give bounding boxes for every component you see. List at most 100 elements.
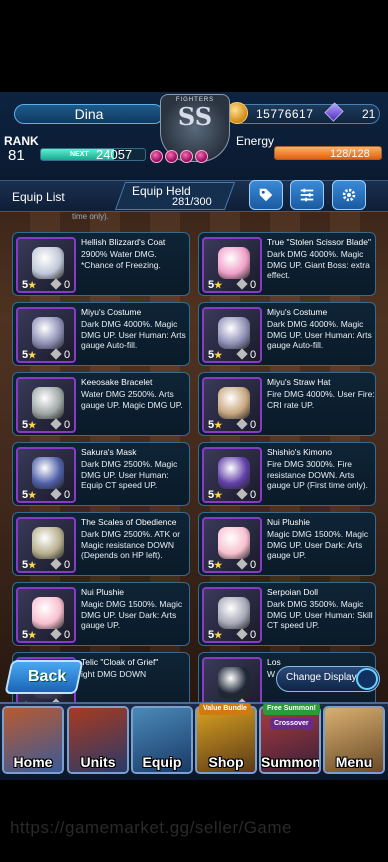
equip-thumbnail: 5★ 0: [16, 517, 76, 573]
star-icon: ★: [28, 490, 37, 500]
hammer-icon: [236, 418, 248, 430]
tag-icon: [259, 188, 273, 202]
equip-name: The Scales of Obedience: [81, 517, 177, 527]
level-value: 0: [64, 629, 71, 641]
tag-button[interactable]: [249, 180, 283, 210]
equip-name: Sakura's Mask: [81, 447, 137, 457]
equip-name: Miyu's Costume: [81, 307, 142, 317]
hammer-icon: [50, 558, 62, 570]
equip-art-icon: [218, 317, 250, 349]
gold-amount: 15776617: [256, 107, 314, 121]
equip-level: 0: [50, 348, 71, 361]
equip-thumbnail: 5★ 0: [202, 447, 262, 503]
equip-card[interactable]: 5★ 0 Hellish Blizzard's Coat 2900% Water DM…: [12, 232, 190, 296]
star-icon: ★: [214, 280, 223, 290]
equip-level: 0: [50, 628, 71, 641]
nav-shop-button[interactable]: Shop: [195, 706, 257, 774]
level-value: 0: [64, 349, 71, 361]
equip-description: Dark DMG 2500%. ATK or Magic resistance …: [81, 529, 181, 560]
equip-thumbnail: ★: [202, 657, 262, 706]
nav-units-button[interactable]: Units: [67, 706, 129, 774]
equip-card[interactable]: 5★ 0 Shishio's Kimono Fire DMG 3000%. Fire …: [198, 442, 376, 506]
hammer-icon: [50, 628, 62, 640]
gear-icon: [342, 188, 356, 202]
nav-menu-button[interactable]: Menu: [323, 706, 385, 774]
equip-description: Dark DMG 4000%. Magic DMG UP. Giant Boss…: [267, 249, 370, 280]
star-icon: ★: [28, 280, 37, 290]
star-rating: 5★: [22, 489, 36, 501]
orb-icon: [165, 150, 178, 163]
equip-card[interactable]: 5★ 0 Miyu's Costume Dark DMG 4000%. Magic D…: [198, 302, 376, 366]
star-icon: ★: [28, 350, 37, 360]
nav-equip-button[interactable]: Equip: [131, 706, 193, 774]
star-icon: ★: [28, 630, 37, 640]
level-value: 0: [250, 559, 257, 571]
nav-label: Units: [80, 754, 116, 770]
level-value: 0: [64, 489, 71, 501]
refresh-icon: [356, 668, 378, 690]
orb-icon: [150, 150, 163, 163]
rank-value: 81: [8, 147, 25, 164]
equip-card[interactable]: 5★ 0 Sakura's Mask Dark DMG 2500%. Magic DM…: [12, 442, 190, 506]
equip-thumbnail: 5★ 0: [16, 237, 76, 293]
star-rating: 5★: [208, 629, 222, 641]
equip-art-icon: [32, 317, 64, 349]
back-label: Back: [28, 668, 67, 685]
hammer-icon: [50, 278, 62, 290]
equip-art-icon: [218, 247, 250, 279]
equip-thumbnail: 5★ 0: [202, 377, 262, 433]
equipment-list: 5★ 0 Hellish Blizzard's Coat 2900% Water DM…: [0, 212, 388, 706]
equip-level: 0: [50, 558, 70, 571]
equip-description: Dark DMG 4000%. Magic DMG UP. User Human…: [267, 319, 372, 350]
hammer-icon: [236, 488, 248, 500]
equip-art-icon: [32, 597, 64, 629]
star-rating: 5★: [208, 419, 222, 431]
star-rating: 5★: [22, 629, 36, 641]
watermark: https://gamemarket.gg/seller/Game: [10, 818, 293, 837]
star-rating: 5★: [208, 279, 222, 291]
equip-card[interactable]: 5★ 0 True "Stolen Scissor Blade" Dark DMG 4…: [198, 232, 376, 296]
equip-level: 0: [236, 628, 257, 641]
equip-description: Magic DMG 1500%. Magic DMG UP. User Dark…: [267, 529, 369, 560]
equip-card[interactable]: 5★ 0 Nui Plushie Magic DMG 1500%. Magic DMG…: [198, 512, 376, 576]
sort-button[interactable]: [290, 180, 324, 210]
equip-card[interactable]: 5★ 0 Nui Plushie Magic DMG 1500%. Magic DMG…: [12, 582, 190, 646]
equip-name: Miyu's Costume: [267, 307, 328, 317]
orb-icon: [180, 150, 193, 163]
star-icon: ★: [214, 560, 223, 570]
equip-art-icon: [32, 387, 64, 419]
player-name[interactable]: Dina: [14, 104, 164, 124]
nav-badge: Value Bundle: [199, 703, 251, 715]
settings-button[interactable]: [332, 180, 366, 210]
nav-summon-button[interactable]: Summon: [259, 706, 321, 774]
equip-card[interactable]: 5★ 0 Keeosake Bracelet Water DMG 2500%. Art…: [12, 372, 190, 436]
equip-thumbnail: 5★ 0: [202, 307, 262, 363]
equip-thumbnail: 5★ 0: [202, 587, 262, 643]
sort-icon: [300, 188, 314, 202]
equip-card[interactable]: 5★ 0 Serpoian Doll Dark DMG 3500%. Magic DM…: [198, 582, 376, 646]
equip-thumbnail: 5★ 0: [16, 307, 76, 363]
equip-card[interactable]: 5★ 0 Miyu's Straw Hat Fire DMG 4000%. User …: [198, 372, 376, 436]
equip-card[interactable]: 5★ 0 The Scales of Obedience Dark DMG 2500%…: [12, 512, 190, 576]
equip-level: 0: [50, 418, 70, 431]
crossover-badge: Crossover: [270, 718, 313, 730]
equip-art-icon: [218, 667, 250, 699]
star-rating: 5★: [208, 489, 222, 501]
orb-icon: [195, 150, 208, 163]
equip-description: Magic DMG 1500%. Magic DMG UP. User Dark…: [81, 599, 183, 630]
equip-thumbnail: 5★ 0: [16, 587, 76, 643]
level-value: 0: [64, 279, 71, 291]
equip-thumbnail: 5★ 0: [202, 237, 262, 293]
level-value: 0: [250, 279, 257, 291]
equip-description: Dark DMG 4000%. Magic DMG UP. User Human…: [81, 319, 186, 350]
equip-description: Dark DMG 3500%. Magic DMG UP. User Human…: [267, 599, 373, 630]
equip-level: 0: [236, 348, 256, 361]
energy-value: 128/128: [330, 148, 370, 160]
equip-name: Hellish Blizzard's Coat: [81, 237, 166, 247]
equip-name: Keeosake Bracelet: [81, 377, 153, 387]
hammer-icon: [236, 558, 248, 570]
equip-card[interactable]: 5★ 0 Miyu's Costume Dark DMG 4000%. Magic D…: [12, 302, 190, 366]
nav-home-button[interactable]: Home: [2, 706, 64, 774]
level-value: 0: [250, 629, 257, 641]
hammer-icon: [236, 348, 248, 360]
